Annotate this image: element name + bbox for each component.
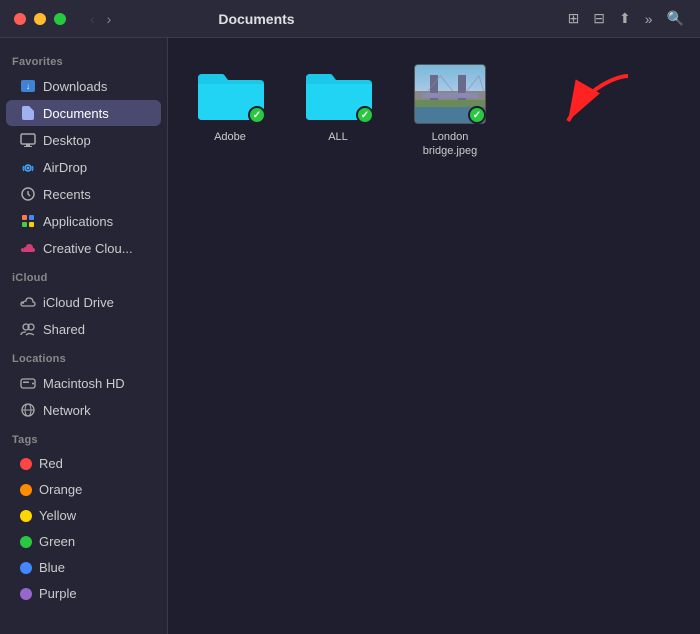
tag-purple-dot: [20, 588, 32, 600]
more-icon[interactable]: »: [641, 7, 657, 31]
tag-yellow-label: Yellow: [39, 508, 76, 523]
folder-all-icon: ✓: [302, 64, 374, 124]
section-favorites: Favorites: [0, 46, 167, 72]
sidebar-item-documents[interactable]: Documents: [6, 100, 161, 126]
tag-green-dot: [20, 536, 32, 548]
all-check-badge: ✓: [356, 106, 374, 124]
network-label: Network: [43, 403, 91, 418]
section-locations: Locations: [0, 343, 167, 369]
grid-view-icon[interactable]: ⊞: [564, 6, 584, 31]
icloud-drive-label: iCloud Drive: [43, 295, 114, 310]
window-controls: [0, 13, 80, 25]
sidebar-item-tag-red[interactable]: Red: [6, 451, 161, 476]
tag-green-label: Green: [39, 534, 75, 549]
desktop-icon: [20, 132, 36, 148]
sidebar-item-desktop[interactable]: Desktop: [6, 127, 161, 153]
titlebar: ‹ › Documents ⊞ ⊟ ⬆ » 🔍: [0, 0, 700, 38]
creative-cloud-label: Creative Clou...: [43, 241, 133, 256]
macintosh-hd-icon: [20, 375, 36, 391]
minimize-button[interactable]: [34, 13, 46, 25]
content-area: ✓ Adobe ✓ ALL: [168, 38, 700, 634]
sidebar-item-macintosh-hd[interactable]: Macintosh HD: [6, 370, 161, 396]
london-bridge-icon-wrap: ✓: [414, 64, 486, 124]
applications-icon: [20, 213, 36, 229]
sidebar-item-recents[interactable]: Recents: [6, 181, 161, 207]
airdrop-icon: [20, 159, 36, 175]
shared-label: Shared: [43, 322, 85, 337]
file-item-adobe[interactable]: ✓ Adobe: [188, 58, 272, 165]
london-bridge-label: London bridge.jpeg: [410, 130, 490, 159]
file-item-london-bridge[interactable]: ✓ London bridge.jpeg: [404, 58, 496, 165]
toolbar-actions: ⊞ ⊟ ⬆ » 🔍: [552, 6, 700, 31]
tag-orange-dot: [20, 484, 32, 496]
shared-icon: [20, 321, 36, 337]
forward-button[interactable]: ›: [103, 9, 116, 29]
tag-yellow-dot: [20, 510, 32, 522]
back-button[interactable]: ‹: [86, 9, 99, 29]
macintosh-hd-label: Macintosh HD: [43, 376, 125, 391]
main-layout: Favorites ↓ Downloads Documents Desktop …: [0, 38, 700, 634]
documents-label: Documents: [43, 106, 109, 121]
sidebar-item-tag-green[interactable]: Green: [6, 529, 161, 554]
sidebar-item-applications[interactable]: Applications: [6, 208, 161, 234]
folder-adobe-icon: ✓: [194, 64, 266, 124]
airdrop-label: AirDrop: [43, 160, 87, 175]
applications-label: Applications: [43, 214, 113, 229]
file-item-all[interactable]: ✓ ALL: [296, 58, 380, 165]
recents-icon: [20, 186, 36, 202]
tag-red-label: Red: [39, 456, 63, 471]
sidebar-item-airdrop[interactable]: AirDrop: [6, 154, 161, 180]
sidebar-item-downloads[interactable]: ↓ Downloads: [6, 73, 161, 99]
window-title: Documents: [121, 11, 391, 27]
share-icon[interactable]: ⬆: [615, 6, 635, 31]
sidebar-item-tag-orange[interactable]: Orange: [6, 477, 161, 502]
adobe-check-badge: ✓: [248, 106, 266, 124]
tag-blue-dot: [20, 562, 32, 574]
sidebar: Favorites ↓ Downloads Documents Desktop …: [0, 38, 168, 634]
sidebar-item-network[interactable]: Network: [6, 397, 161, 423]
svg-text:↓: ↓: [26, 82, 30, 91]
tag-blue-label: Blue: [39, 560, 65, 575]
sidebar-item-icloud-drive[interactable]: iCloud Drive: [6, 289, 161, 315]
documents-icon: [20, 105, 36, 121]
files-grid: ✓ Adobe ✓ ALL: [188, 58, 680, 165]
network-icon: [20, 402, 36, 418]
sidebar-item-creative-cloud[interactable]: Creative Clou...: [6, 235, 161, 261]
search-icon[interactable]: 🔍: [663, 6, 688, 31]
london-check-badge: ✓: [468, 106, 486, 124]
all-label: ALL: [328, 130, 348, 144]
sidebar-item-tag-purple[interactable]: Purple: [6, 581, 161, 606]
maximize-button[interactable]: [54, 13, 66, 25]
desktop-label: Desktop: [43, 133, 91, 148]
downloads-label: Downloads: [43, 79, 107, 94]
adobe-label: Adobe: [214, 130, 246, 144]
icloud-drive-icon: [20, 294, 36, 310]
recents-label: Recents: [43, 187, 91, 202]
creative-cloud-icon: [20, 240, 36, 256]
sidebar-item-tag-blue[interactable]: Blue: [6, 555, 161, 580]
close-button[interactable]: [14, 13, 26, 25]
tag-purple-label: Purple: [39, 586, 77, 601]
tag-red-dot: [20, 458, 32, 470]
nav-controls: ‹ ›: [80, 9, 121, 29]
downloads-icon: ↓: [20, 78, 36, 94]
tag-orange-label: Orange: [39, 482, 82, 497]
sidebar-item-tag-yellow[interactable]: Yellow: [6, 503, 161, 528]
column-view-icon[interactable]: ⊟: [589, 6, 609, 31]
section-tags: Tags: [0, 424, 167, 450]
sidebar-item-shared[interactable]: Shared: [6, 316, 161, 342]
section-icloud: iCloud: [0, 262, 167, 288]
